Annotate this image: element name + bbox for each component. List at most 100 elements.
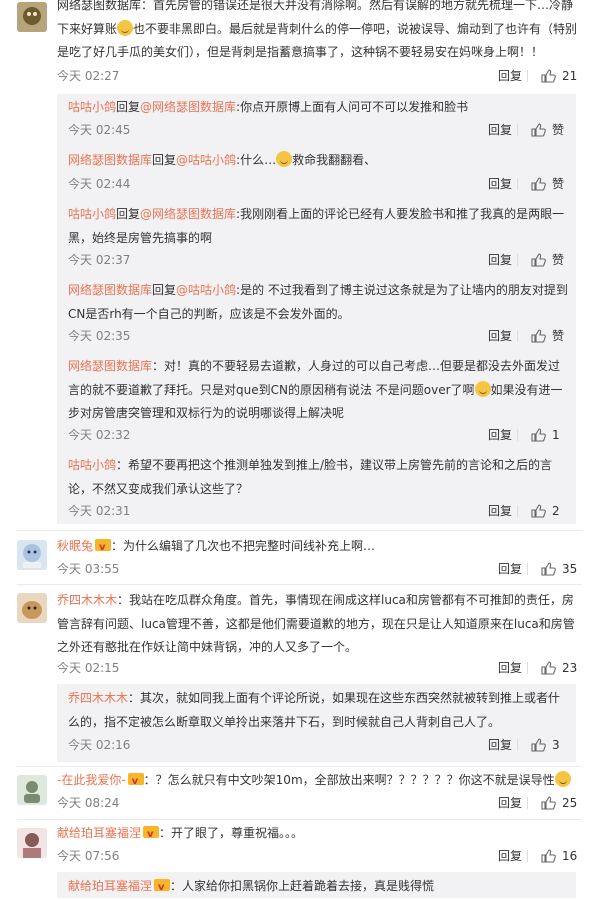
reply-text: 咕咕小鸽回复@网络瑟图数据库:你点开原博上面有人问可不可以发推和脸书 [68, 100, 469, 114]
thumbs-up-icon [541, 796, 556, 810]
like-button[interactable]: 21 [541, 68, 577, 84]
reply-time: 今天 02:16 [68, 738, 131, 752]
like-button[interactable]: 赞 [531, 252, 564, 268]
thumbs-up-icon [531, 177, 546, 191]
reply-button[interactable]: 回复 [498, 68, 522, 84]
reply-username[interactable]: 咕咕小鸽 [68, 458, 116, 472]
smile-emoji-icon [554, 771, 571, 787]
member-badge-icon [95, 536, 112, 560]
comment-time: 今天 02:15 [57, 661, 120, 675]
comment-text: 献给珀耳塞福涅：开了眼了，尊重祝福。。。 [57, 822, 582, 847]
reply-button[interactable]: 回复 [488, 176, 512, 192]
laugh-cry-emoji-icon [117, 19, 134, 36]
avatar[interactable] [17, 540, 47, 570]
thumbs-up-icon [531, 123, 546, 137]
comment-username[interactable]: 献给珀耳塞福涅 [57, 826, 141, 840]
thumbs-up-icon [541, 849, 556, 863]
comment-text: 秋眠兔：为什么编辑了几次也不把完整时间线补充上啊… [57, 535, 582, 560]
like-button[interactable]: 25 [541, 795, 577, 811]
comment-username[interactable]: 秋眠兔 [57, 539, 93, 553]
reply-button[interactable]: 回复 [498, 848, 522, 864]
reply-button[interactable]: 回复 [488, 427, 512, 443]
divider [17, 530, 582, 531]
mention-link[interactable]: @网络瑟图数据库 [140, 100, 236, 114]
reply-button[interactable]: 回复 [498, 660, 522, 676]
crying-emoji-icon [276, 151, 293, 167]
reply-button[interactable]: 回复 [488, 737, 512, 753]
reply-text: 献给珀耳塞福涅：人家给你扣黑锅你上赶着跪着去接，真是贱得慌 [68, 875, 568, 900]
divider [17, 766, 582, 767]
thumbs-up-icon [541, 562, 556, 576]
reply-button[interactable]: 回复 [488, 503, 512, 519]
avatar[interactable] [17, 2, 47, 32]
thumbs-up-icon [531, 504, 546, 518]
reply-time: 今天 02:31 [68, 504, 131, 518]
comment-time: 今天 03:55 [57, 562, 120, 576]
crying-emoji-icon [474, 380, 491, 397]
comment-time: 今天 02:27 [57, 69, 120, 83]
mention-link[interactable]: @咕咕小鸽 [176, 153, 236, 167]
reply-button[interactable]: 回复 [488, 122, 512, 138]
comment-username[interactable]: -在此我爱你- [57, 773, 126, 787]
divider [527, 797, 528, 809]
reply-text: 乔四木木木：其次，就如同我上面有个评论所说，如果现在这些东西突然就被转到推上或者… [68, 691, 561, 729]
divider [527, 563, 528, 575]
like-button[interactable]: 赞 [531, 122, 564, 138]
reply-username[interactable]: 网络瑟图数据库 [68, 153, 152, 167]
reply-button[interactable]: 回复 [488, 252, 512, 268]
member-badge-icon [127, 770, 144, 794]
like-button[interactable]: 3 [531, 737, 560, 753]
divider [17, 819, 582, 820]
divider [517, 254, 518, 266]
avatar[interactable] [17, 593, 47, 623]
member-badge-icon [154, 876, 171, 900]
divider [517, 124, 518, 136]
reply-text: 网络瑟图数据库回复@咕咕小鸽:是的 不过我看到了博主说过这条就是为了让墙内的朋友… [68, 283, 568, 321]
comment-text: 网络瑟图数据库：首先房管的错误还是很大并没有消除啊。然后有误解的地方就先梳理一下… [57, 0, 578, 59]
divider [517, 178, 518, 190]
reply-username[interactable]: 网络瑟图数据库 [68, 359, 152, 373]
reply-username[interactable]: 咕咕小鸽 [68, 207, 116, 221]
like-button[interactable]: 23 [541, 660, 577, 676]
thumbs-up-icon [531, 329, 546, 343]
comment-time: 今天 07:56 [57, 849, 120, 863]
reply-button[interactable]: 回复 [498, 795, 522, 811]
comment-time: 今天 08:24 [57, 796, 120, 810]
like-button[interactable]: 16 [541, 848, 577, 864]
divider [517, 505, 518, 517]
divider [527, 70, 528, 82]
reply-username[interactable]: 献给珀耳塞福涅 [68, 879, 152, 893]
reply-username[interactable]: 乔四木木木 [68, 691, 128, 705]
comment-text: 乔四木木木：我站在吃瓜群众角度。首先，事情现在闹成这样luca和房管都有不可推卸… [57, 593, 575, 654]
like-button[interactable]: 35 [541, 561, 577, 577]
comment-text: -在此我爱你-：？怎么就只有中文吵架10m，全部放出来啊？？？？？？你这不就是误… [57, 769, 582, 794]
comment-username[interactable]: 乔四木木木 [57, 593, 117, 607]
thumbs-up-icon [541, 661, 556, 675]
reply-text: 咕咕小鸽回复@网络瑟图数据库:我刚刚看上面的评论已经有人要发脸书和推了我真的是两… [68, 207, 565, 245]
avatar[interactable] [17, 775, 47, 805]
reply-button[interactable]: 回复 [498, 561, 522, 577]
reply-time: 今天 02:37 [68, 253, 131, 267]
divider [517, 330, 518, 342]
thumbs-up-icon [531, 738, 546, 752]
mention-link[interactable]: @网络瑟图数据库 [140, 207, 236, 221]
divider [517, 429, 518, 441]
avatar[interactable] [17, 828, 47, 858]
like-button[interactable]: 1 [531, 427, 560, 443]
divider [527, 662, 528, 674]
divider [517, 739, 518, 751]
mention-link[interactable]: @咕咕小鸽 [176, 283, 236, 297]
thumbs-up-icon [531, 253, 546, 267]
like-button[interactable]: 赞 [531, 328, 564, 344]
reply-time: 今天 02:45 [68, 123, 131, 137]
reply-username[interactable]: 咕咕小鸽 [68, 100, 116, 114]
reply-username[interactable]: 网络瑟图数据库 [68, 283, 152, 297]
reply-button[interactable]: 回复 [488, 328, 512, 344]
like-button[interactable]: 赞 [531, 176, 564, 192]
thumbs-up-icon [531, 428, 546, 442]
reply-text: 网络瑟图数据库回复@咕咕小鸽:什么… 救命我翻翻看、 [68, 151, 377, 167]
thumbs-up-icon [541, 69, 556, 83]
divider [527, 850, 528, 862]
like-button[interactable]: 2 [531, 503, 560, 519]
reply-text: 咕咕小鸽：希望不要再把这个推测单独发到推上/脸书，建议带上房管先前的言论和之后的… [68, 458, 553, 496]
